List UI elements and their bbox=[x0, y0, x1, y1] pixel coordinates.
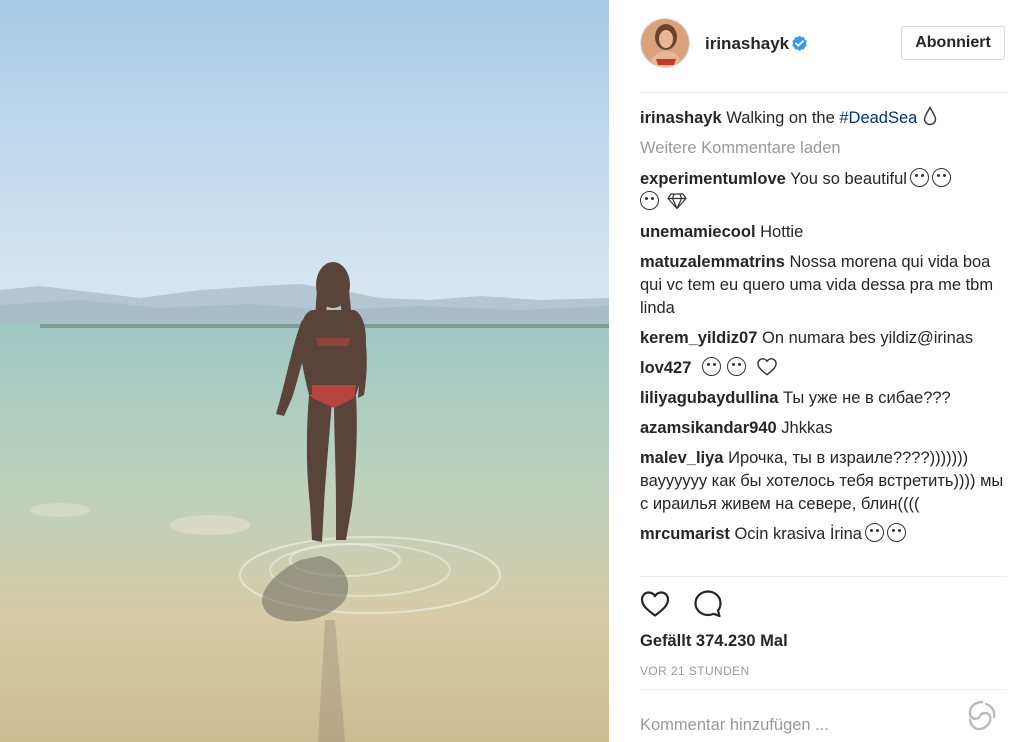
comment-username[interactable]: matuzalemmatrins bbox=[640, 253, 785, 271]
comment-item: kerem_yildiz07 On numara bes yildiz@irin… bbox=[640, 327, 1010, 350]
kissing-face-emoji-icon bbox=[640, 191, 659, 210]
comment-username[interactable]: kerem_yildiz07 bbox=[640, 329, 757, 347]
droplet-icon bbox=[923, 106, 937, 126]
comment-username[interactable]: malev_liya bbox=[640, 449, 723, 467]
post-photo[interactable] bbox=[0, 0, 609, 742]
heart-eyes-emoji-icon bbox=[864, 523, 884, 542]
comment-text: You so beautiful bbox=[790, 170, 907, 188]
load-more-comments-link[interactable]: Weitere Kommentare laden bbox=[640, 137, 1010, 160]
following-button[interactable]: Abonniert bbox=[901, 26, 1005, 60]
avatar[interactable] bbox=[640, 18, 690, 68]
comment-text: On numara bes yildiz@irinas bbox=[762, 329, 974, 347]
like-count[interactable]: Gefällt 374.230 Mal bbox=[640, 632, 788, 651]
comment-text: Ты уже не в сибае??? bbox=[783, 389, 951, 407]
post-username[interactable]: irinashayk bbox=[705, 34, 789, 54]
comments-list[interactable]: irinashayk Walking on the #DeadSea Weite… bbox=[640, 106, 1010, 576]
footer-divider bbox=[640, 689, 1007, 690]
dead-sea-photo bbox=[0, 0, 609, 742]
sunglasses-woman-emoji-icon bbox=[701, 357, 721, 376]
comment-text: Jhkkas bbox=[781, 419, 833, 437]
header-divider bbox=[640, 92, 1007, 93]
post-caption: irinashayk Walking on the #DeadSea bbox=[640, 106, 1010, 130]
comment-username[interactable]: lov427 bbox=[640, 359, 691, 377]
gem-emoji-icon bbox=[666, 193, 687, 210]
comment-item: matuzalemmatrins Nossa morena qui vida b… bbox=[640, 251, 1010, 320]
post-sidebar: irinashayk Abonniert irinashayk Walking … bbox=[609, 0, 1024, 742]
swirl-logo-icon bbox=[968, 700, 996, 731]
speech-bubble-icon[interactable] bbox=[693, 589, 723, 619]
comment-item: liliyagubaydullina Ты уже не в сибае??? bbox=[640, 387, 1010, 410]
no-under-18-emoji-icon bbox=[726, 357, 746, 376]
heart-eyes-emoji-icon bbox=[909, 168, 929, 187]
heart-emoji-icon bbox=[756, 358, 777, 376]
comment-username[interactable]: azamsikandar940 bbox=[640, 419, 777, 437]
heart-outline-icon[interactable] bbox=[640, 590, 670, 618]
add-comment-input[interactable] bbox=[640, 712, 940, 738]
comment-item: mrcumarist Ocin krasiva İrina bbox=[640, 523, 1010, 546]
comment-item: azamsikandar940 Jhkkas bbox=[640, 417, 1010, 440]
comment-text: Hottie bbox=[760, 223, 804, 241]
comment-item: unemamiecool Hottie bbox=[640, 221, 1010, 244]
comment-item: lov427 bbox=[640, 357, 1010, 380]
caption-text: Walking on the bbox=[726, 109, 840, 127]
instagram-post: irinashayk Abonniert irinashayk Walking … bbox=[0, 0, 1024, 742]
comments-divider bbox=[640, 576, 1007, 577]
comment-username[interactable]: mrcumarist bbox=[640, 525, 730, 543]
post-timestamp[interactable]: VOR 21 STUNDEN bbox=[640, 664, 750, 678]
comment-text: Ocin krasiva İrina bbox=[734, 525, 862, 543]
hashtag-link[interactable]: #DeadSea bbox=[839, 109, 917, 127]
winking-kiss-emoji-icon bbox=[886, 523, 906, 542]
winking-kiss-emoji-icon bbox=[931, 168, 951, 187]
caption-username[interactable]: irinashayk bbox=[640, 109, 722, 127]
comment-item: experimentumlove You so beautiful bbox=[640, 168, 1010, 214]
verified-badge-icon bbox=[792, 35, 807, 51]
comment-item: malev_liya Ирочка, ты в израиле????)))))… bbox=[640, 447, 1010, 516]
comment-username[interactable]: unemamiecool bbox=[640, 223, 756, 241]
comment-username[interactable]: liliyagubaydullina bbox=[640, 389, 778, 407]
post-header: irinashayk Abonniert bbox=[609, 0, 1024, 92]
comment-username[interactable]: experimentumlove bbox=[640, 170, 786, 188]
